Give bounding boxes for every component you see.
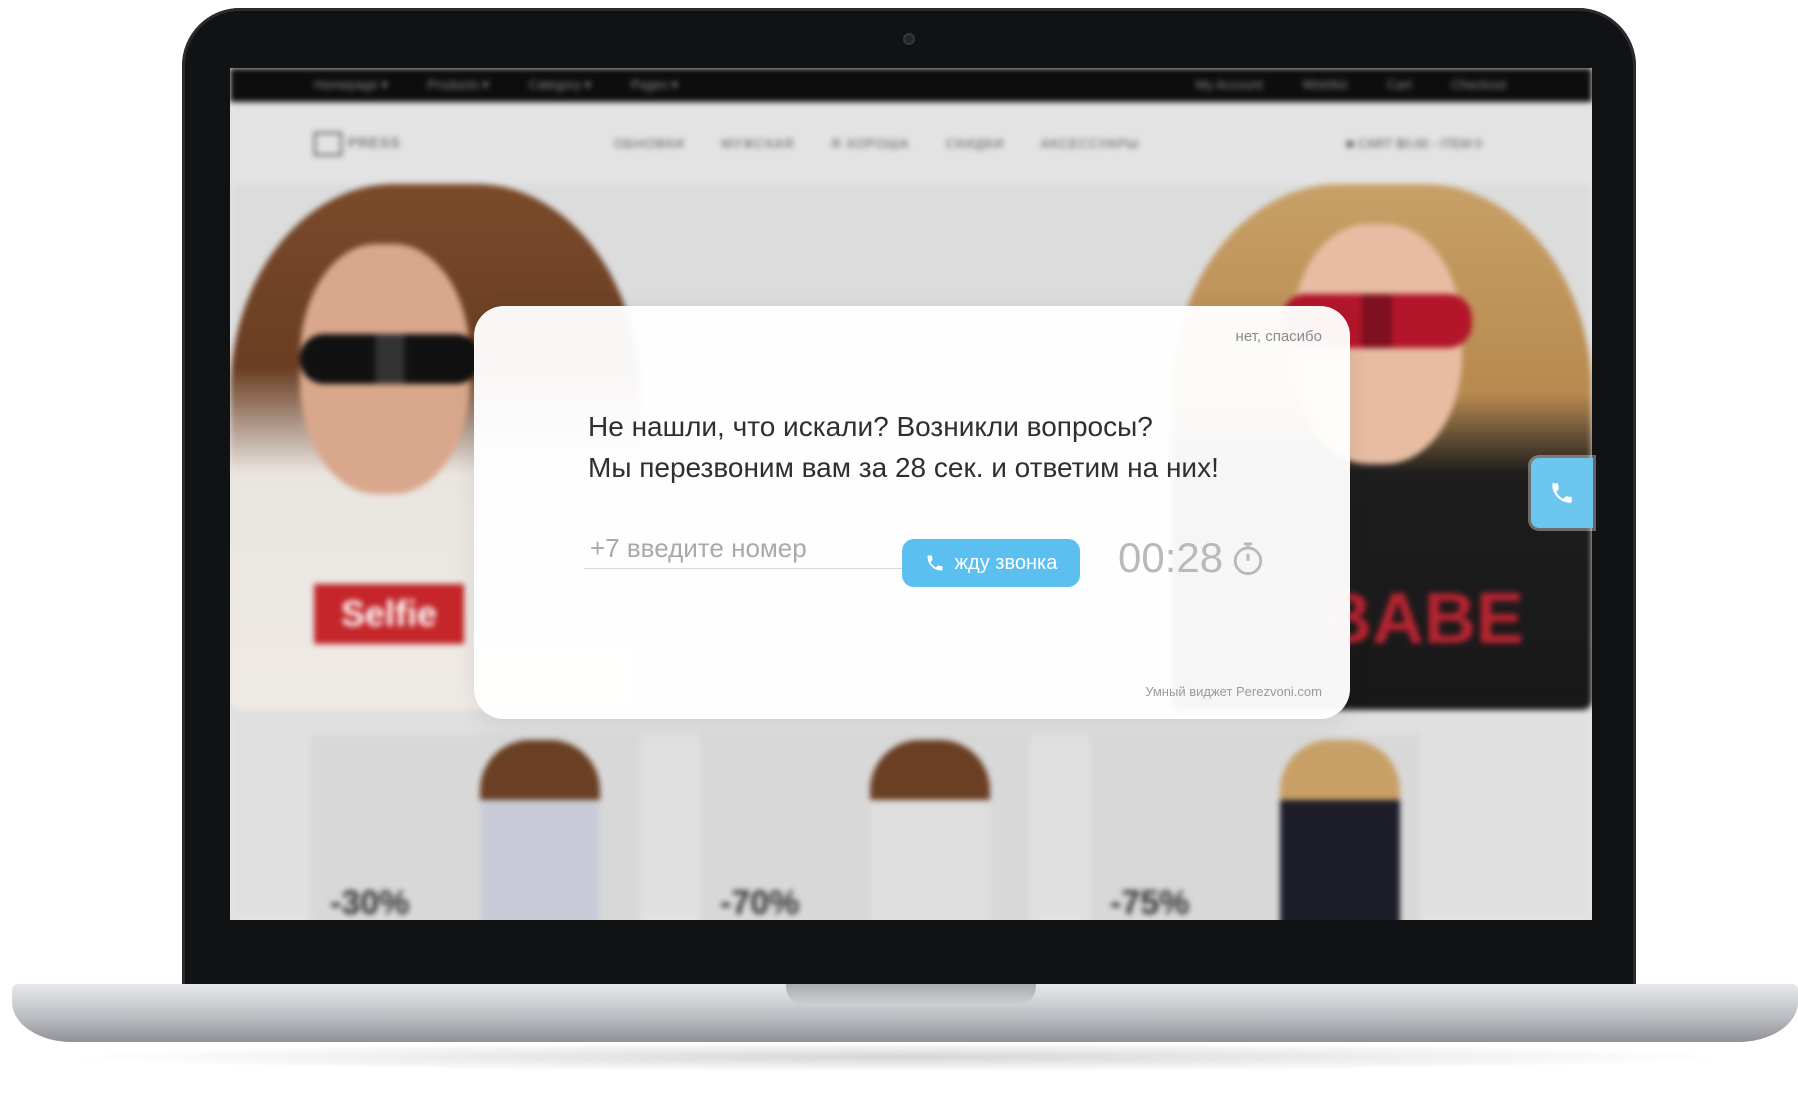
product-image [480, 740, 600, 920]
request-call-label: жду звонка [954, 551, 1058, 574]
topbar-link[interactable]: Pages ▾ [631, 77, 678, 92]
countdown-timer: 00:28 [1118, 534, 1265, 582]
timer-value: 00:28 [1118, 534, 1224, 581]
product-card[interactable]: -30% [310, 734, 640, 920]
main-nav-item[interactable]: ОБНОВКИ [614, 136, 685, 151]
main-nav: ОБНОВКИ МУЖСКАЯ Я ХОРОША СКИДКИ АКСЕССУА… [614, 136, 1171, 151]
product-discount: -70% [720, 884, 800, 920]
product-card[interactable]: -70% [700, 734, 1030, 920]
topbar-link[interactable]: Wishlist [1302, 77, 1347, 92]
product-discount: -30% [330, 884, 410, 920]
site-header: PRESS ОБНОВКИ МУЖСКАЯ Я ХОРОША СКИДКИ АК… [230, 102, 1592, 184]
headline-line: Мы перезвоним вам за 28 сек. и ответим н… [588, 452, 1219, 483]
phone-input[interactable] [584, 528, 906, 569]
product-row: -30% -70% -75% [230, 710, 1592, 920]
headline-line: Не нашли, что искали? Возникли вопросы? [588, 411, 1153, 442]
topbar-nav-right: My Account Wishlist Cart Checkout [1196, 77, 1506, 92]
request-call-button[interactable]: жду звонка [902, 539, 1080, 587]
cart-summary[interactable]: ■ CART $0.00 - ITEM 0 [1346, 136, 1482, 151]
product-discount: -75% [1110, 884, 1190, 920]
topbar-link[interactable]: Checkout [1451, 77, 1506, 92]
topbar-link[interactable]: Products ▾ [427, 77, 488, 92]
topbar-link[interactable]: Cart [1387, 77, 1412, 92]
laptop-notch [786, 984, 1036, 1006]
phone-icon [1552, 483, 1572, 503]
sunglasses-graphic [300, 334, 480, 384]
dismiss-link[interactable]: нет, спасибо [1236, 328, 1322, 345]
stopwatch-icon [1233, 542, 1263, 575]
main-nav-item[interactable]: АКСЕССУАРЫ [1041, 136, 1140, 151]
product-card[interactable]: -75% [1090, 734, 1420, 920]
camera-dot [903, 33, 915, 45]
main-nav-item[interactable]: МУЖСКАЯ [721, 136, 794, 151]
widget-credit[interactable]: Умный виджет Perezvoni.com [1145, 684, 1322, 699]
topbar-link[interactable]: My Account [1196, 77, 1263, 92]
topbar-link[interactable]: Category ▾ [528, 77, 591, 92]
site-topbar: Homepage ▾ Products ▾ Category ▾ Pages ▾… [230, 68, 1592, 102]
callback-popup: нет, спасибо Не нашли, что искали? Возни… [474, 306, 1350, 719]
laptop-shadow [60, 1042, 1740, 1072]
product-image [870, 740, 990, 920]
logo-text: PRESS [348, 134, 401, 151]
main-nav-item[interactable]: СКИДКИ [946, 136, 1004, 151]
phone-icon [927, 555, 943, 571]
topbar-nav-left: Homepage ▾ Products ▾ Category ▾ Pages ▾ [314, 77, 714, 93]
main-nav-item[interactable]: Я ХОРОША [831, 136, 909, 151]
callback-side-tab[interactable] [1531, 458, 1593, 528]
popup-headline: Не нашли, что искали? Возникли вопросы? … [588, 406, 1219, 488]
site-logo[interactable]: PRESS [314, 132, 400, 156]
shirt-print-left: Selfie [314, 584, 464, 644]
topbar-link[interactable]: Homepage ▾ [314, 77, 388, 92]
logo-mark-icon [314, 132, 342, 156]
product-image [1280, 740, 1400, 920]
